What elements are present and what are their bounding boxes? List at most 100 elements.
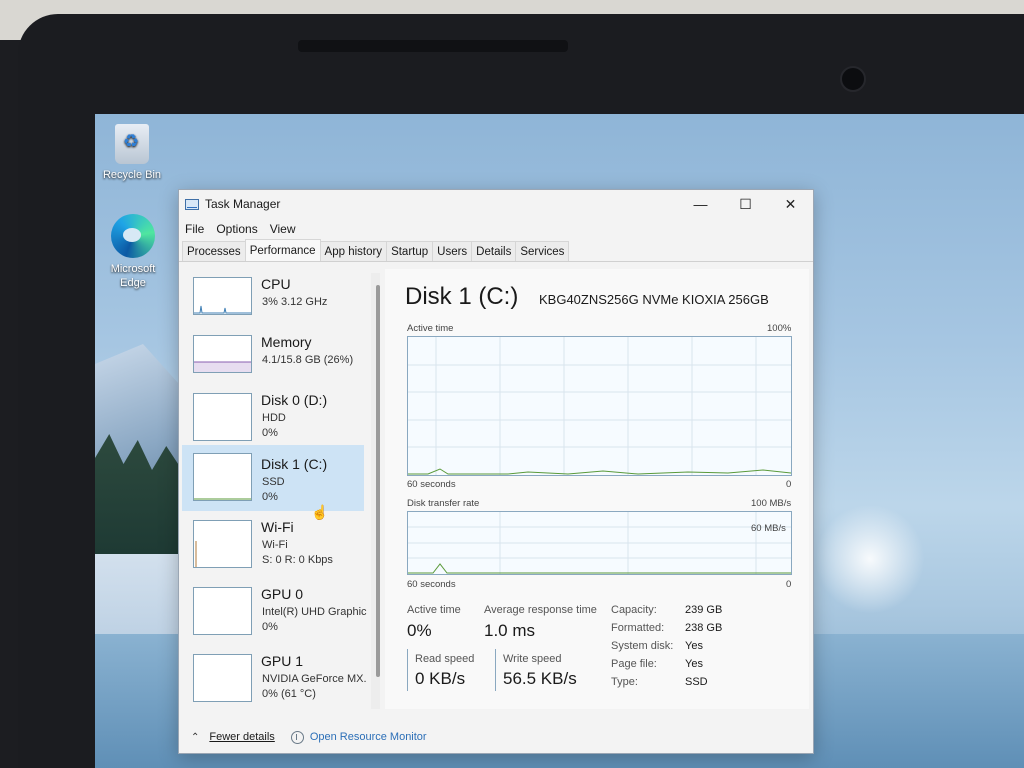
- sidebar-item-detail: 0% (61 °C): [262, 688, 316, 700]
- sidebar-item-title: Disk 1 (C:): [261, 456, 328, 472]
- hand-cursor-icon: ☝: [311, 504, 329, 520]
- avg-response-label: Average response time: [484, 604, 597, 616]
- sidebar-item-gpu-0[interactable]: GPU 0 Intel(R) UHD Graphic 0%: [182, 579, 367, 645]
- sidebar-item-detail: NVIDIA GeForce MX.: [262, 673, 367, 685]
- window-title: Task Manager: [205, 197, 281, 211]
- formatted-label: Formatted:: [611, 622, 665, 634]
- open-resource-monitor-link[interactable]: Open Resource Monitor: [310, 731, 427, 743]
- active-time-graph-label: Active time: [407, 323, 454, 334]
- type-value: SSD: [685, 676, 708, 688]
- task-manager-window: Task Manager — ☐ ✕ File Options View Pro…: [178, 189, 814, 754]
- sidebar-item-title: GPU 0: [261, 586, 304, 602]
- tab-services[interactable]: Services: [515, 241, 570, 261]
- resource-sidebar: CPU 3% 3.12 GHz Memory 4.1/15.8 GB (26%)…: [182, 269, 380, 709]
- sidebar-item-title: Wi-Fi: [261, 519, 294, 535]
- active-time-graph-max: 100%: [767, 323, 792, 334]
- resource-monitor-icon: [290, 730, 304, 744]
- sidebar-item-title: GPU 1: [261, 653, 304, 669]
- wallpaper-sun: [815, 504, 925, 614]
- sidebar-item-detail: 0%: [262, 491, 278, 503]
- write-speed-divider: [495, 649, 496, 691]
- sidebar-item-disk-0[interactable]: Disk 0 (D:) HDD 0%: [182, 385, 364, 451]
- maximize-button[interactable]: ☐: [723, 190, 768, 218]
- sidebar-item-title: CPU: [261, 276, 291, 292]
- active-time-graph-time: 60 seconds: [407, 479, 456, 490]
- chevron-up-icon[interactable]: ⌃: [191, 732, 199, 743]
- disk-model: KBG40ZNS256G NVMe KIOXIA 256GB: [539, 292, 769, 307]
- formatted-value: 238 GB: [685, 622, 723, 634]
- page-file-value: Yes: [685, 658, 703, 670]
- memory-thumbnail-graph: [193, 335, 252, 373]
- sidebar-item-detail: 0%: [262, 621, 278, 633]
- desktop-icon-label: Microsoft Edge: [110, 263, 156, 289]
- sidebar-item-detail: 4.1/15.8 GB (26%): [262, 354, 354, 366]
- sidebar-item-disk-1[interactable]: Disk 1 (C:) SSD 0%: [182, 445, 364, 511]
- active-time-value: 0%: [407, 621, 432, 640]
- gpu-0-thumbnail-graph: [193, 587, 252, 635]
- menu-options[interactable]: Options: [216, 222, 263, 236]
- sidebar-item-detail: 0%: [262, 427, 278, 439]
- task-manager-icon: [185, 198, 199, 210]
- wifi-thumbnail-graph: [193, 520, 252, 568]
- menu-view[interactable]: View: [270, 222, 302, 236]
- tab-details[interactable]: Details: [471, 241, 517, 261]
- desktop-icon-edge[interactable]: Microsoft Edge: [98, 214, 168, 290]
- tab-startup[interactable]: Startup: [386, 241, 434, 261]
- system-disk-value: Yes: [685, 640, 703, 652]
- page-title: Disk 1 (C:): [405, 283, 519, 310]
- close-button[interactable]: ✕: [768, 190, 813, 218]
- tab-performance[interactable]: Performance: [244, 239, 321, 261]
- sidebar-scrollbar[interactable]: [371, 273, 380, 709]
- read-speed-label: Read speed: [415, 653, 475, 665]
- tab-strip: Processes Performance App history Startu…: [179, 239, 813, 262]
- gpu-1-thumbnail-graph: [193, 654, 252, 702]
- tab-users[interactable]: Users: [432, 241, 473, 261]
- tab-processes[interactable]: Processes: [182, 241, 246, 261]
- desktop-icon-label: Recycle Bin: [102, 169, 162, 181]
- sidebar-item-gpu-1[interactable]: GPU 1 NVIDIA GeForce MX. 0% (61 °C): [182, 646, 367, 709]
- disk-0-thumbnail-graph: [193, 393, 252, 441]
- sidebar-item-detail: Wi-Fi: [262, 539, 288, 551]
- disk-1-thumbnail-graph: [193, 453, 252, 501]
- menu-file[interactable]: File: [185, 222, 210, 236]
- type-label: Type:: [611, 676, 638, 688]
- tab-app-history[interactable]: App history: [319, 241, 388, 261]
- menu-bar: File Options View: [179, 218, 813, 240]
- title-bar[interactable]: Task Manager — ☐ ✕: [179, 190, 813, 218]
- read-speed-divider: [407, 649, 408, 691]
- capacity-label: Capacity:: [611, 604, 657, 616]
- sidebar-scroll-thumb[interactable]: [376, 285, 380, 677]
- edge-icon: [111, 214, 155, 258]
- minimize-button[interactable]: —: [678, 190, 723, 218]
- transfer-rate-graph: [407, 511, 792, 575]
- bezel-slot: [298, 40, 568, 52]
- sidebar-item-title: Memory: [261, 334, 312, 350]
- page-file-label: Page file:: [611, 658, 657, 670]
- write-speed-label: Write speed: [503, 653, 562, 665]
- desktop-icon-recycle-bin[interactable]: Recycle Bin: [97, 124, 167, 182]
- write-speed-value: 56.5 KB/s: [503, 669, 577, 688]
- transfer-graph-min: 0: [786, 579, 792, 590]
- active-time-graph-min: 0: [786, 479, 792, 490]
- sidebar-item-detail: HDD: [262, 412, 286, 424]
- performance-body: CPU 3% 3.12 GHz Memory 4.1/15.8 GB (26%)…: [179, 263, 813, 715]
- system-disk-label: System disk:: [611, 640, 674, 652]
- sidebar-item-title: Disk 0 (D:): [261, 392, 328, 408]
- sidebar-item-wifi[interactable]: Wi-Fi Wi-Fi S: 0 R: 0 Kbps: [182, 512, 364, 578]
- transfer-graph-label: Disk transfer rate: [407, 498, 480, 509]
- sidebar-item-cpu[interactable]: CPU 3% 3.12 GHz: [182, 269, 364, 335]
- read-speed-value: 0 KB/s: [415, 669, 466, 688]
- sidebar-item-detail: 3% 3.12 GHz: [262, 296, 328, 308]
- transfer-graph-mid: 60 MB/s: [751, 523, 786, 534]
- capacity-value: 239 GB: [685, 604, 723, 616]
- disk-detail-panel: Disk 1 (C:) KBG40ZNS256G NVMe KIOXIA 256…: [385, 269, 809, 709]
- sidebar-item-detail: Intel(R) UHD Graphic: [262, 606, 367, 618]
- cpu-thumbnail-graph: [193, 277, 252, 315]
- transfer-graph-time: 60 seconds: [407, 579, 456, 590]
- sidebar-item-detail: SSD: [262, 476, 285, 488]
- avg-response-value: 1.0 ms: [484, 621, 536, 640]
- sidebar-item-memory[interactable]: Memory 4.1/15.8 GB (26%): [182, 327, 364, 393]
- fewer-details-link[interactable]: Fewer details: [209, 731, 274, 743]
- active-time-label: Active time: [407, 604, 461, 616]
- active-time-graph: [407, 336, 792, 476]
